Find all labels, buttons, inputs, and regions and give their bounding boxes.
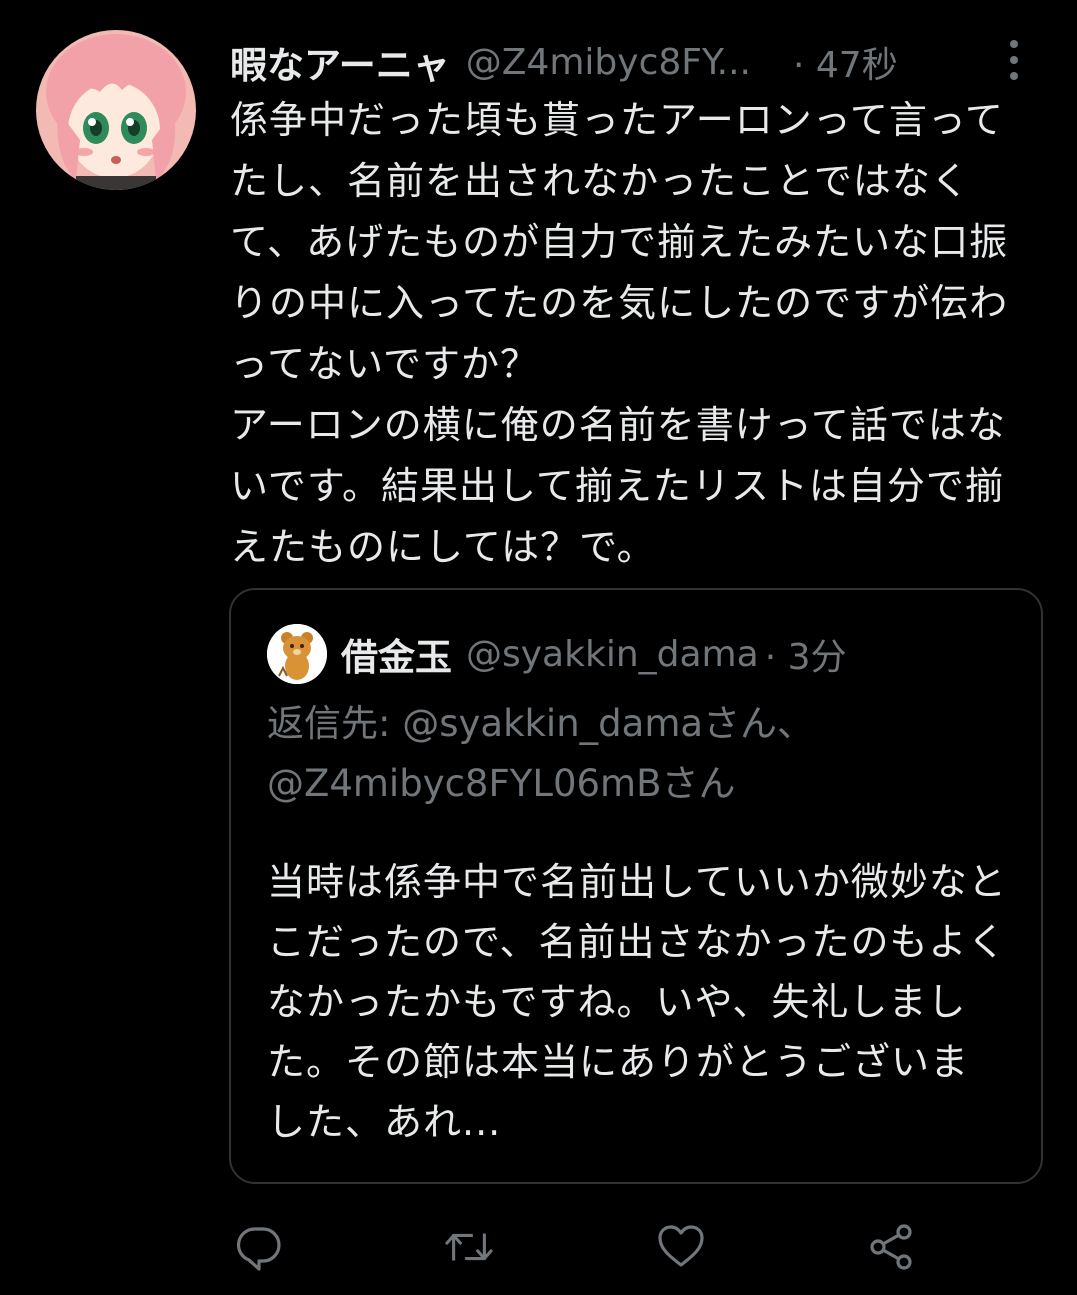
reply-button[interactable] [234, 1222, 284, 1272]
heart-icon [658, 1225, 704, 1267]
author-handle[interactable]: @Z4mibyc8FY... [466, 42, 751, 83]
quoted-reply-to: 返信先: @syakkin_damaさん、 @Z4mibyc8FYL06mBさん [267, 702, 815, 805]
quoted-tweet-header: 借金玉 @syakkin_dama · 3分 [267, 624, 846, 684]
retweet-icon [445, 1233, 493, 1261]
bear-avatar-icon [267, 624, 327, 684]
retweet-button[interactable] [444, 1222, 494, 1272]
anime-girl-avatar-icon [36, 30, 196, 190]
quoted-author-avatar [267, 624, 327, 684]
quoted-tweet-text: 当時は係争中で名前出していいか微妙なとこだったので、名前出さなかったのもよくなか… [267, 860, 1007, 1144]
quoted-author-display-name: 借金玉 [341, 636, 452, 679]
share-button[interactable] [866, 1222, 916, 1272]
like-button[interactable] [656, 1222, 706, 1272]
quoted-tweet-card[interactable]: 借金玉 @syakkin_dama · 3分 返信先: @syakkin_dam… [229, 588, 1043, 1184]
tweet-header: 暇なアーニャ @Z4mibyc8FY... · 47秒 [230, 34, 1037, 90]
tweet-action-bar [0, 1222, 1077, 1272]
quoted-tweet-timestamp: · 3分 [764, 637, 847, 678]
quoted-author-handle: @syakkin_dama [466, 633, 759, 675]
more-vertical-icon[interactable] [999, 36, 1029, 84]
tweet-timestamp[interactable]: · 47秒 [793, 36, 898, 88]
reply-icon [236, 1227, 281, 1271]
author-display-name[interactable]: 暇なアーニャ [230, 35, 450, 89]
share-icon [870, 1224, 912, 1270]
tweet-text: 係争中だった頃も貰ったアーロンって言ってたし、名前を出されなかったことではなくて… [230, 98, 1009, 569]
author-avatar[interactable] [36, 30, 196, 190]
